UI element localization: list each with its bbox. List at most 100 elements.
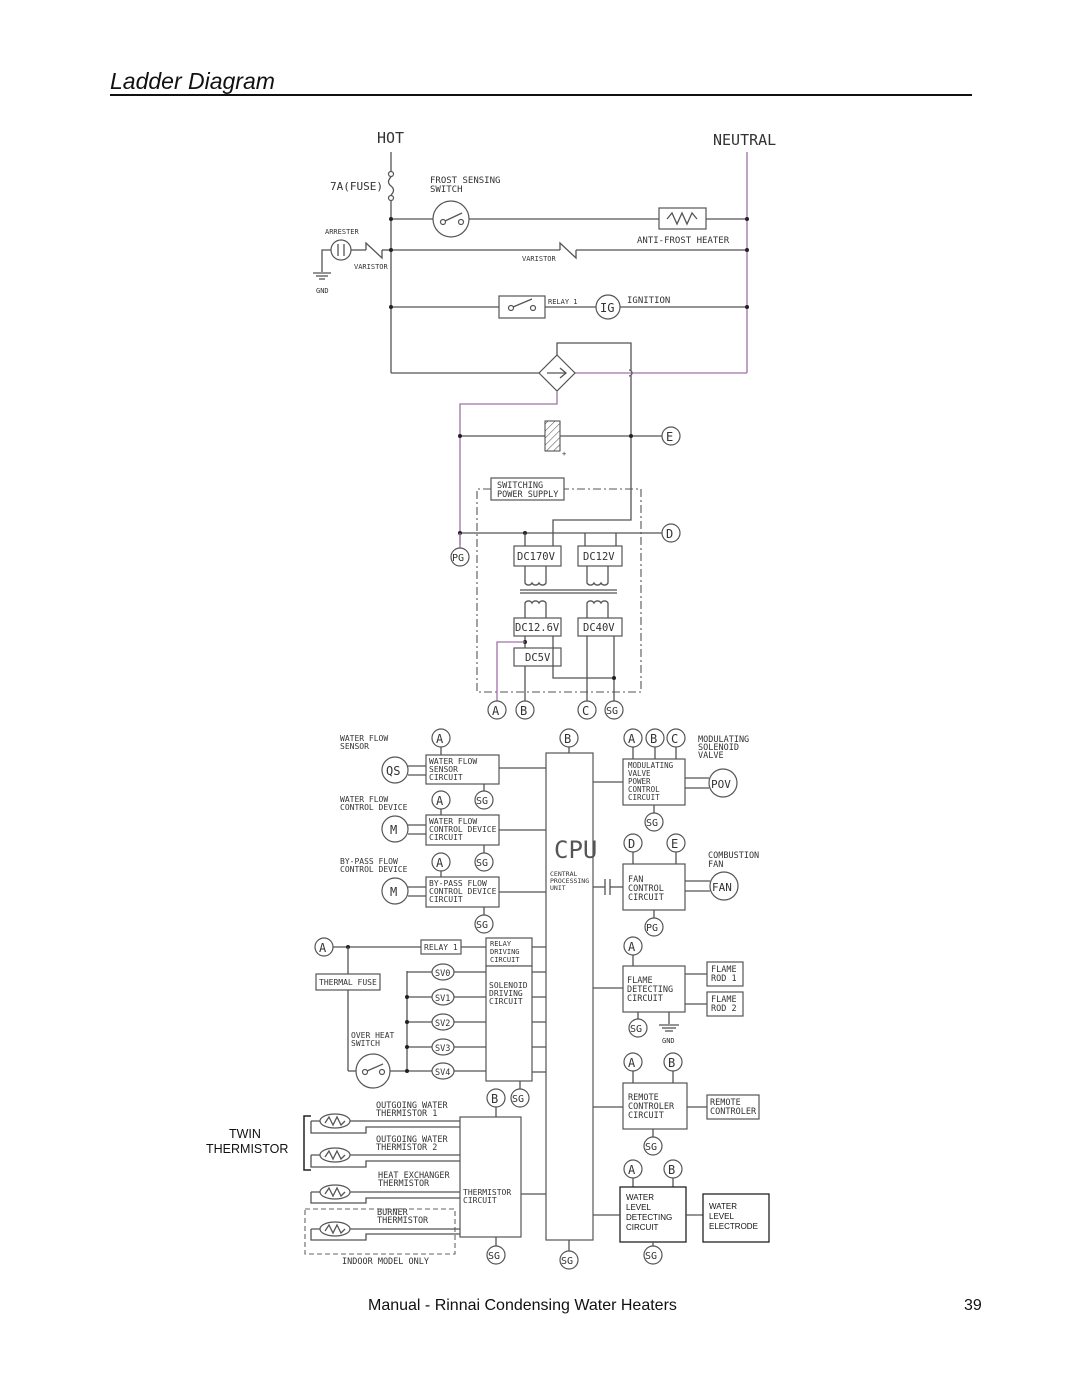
remote-circuit-3: CIRCUIT [628, 1111, 664, 1121]
varistor-left-label: VARISTOR [354, 263, 389, 271]
dc12v-label: DC12V [583, 551, 615, 563]
fan-block: D E COMBUSTION FAN FAN CONTROL CIRCUIT F… [593, 833, 759, 937]
ground-icon [313, 272, 331, 280]
wl-node-a: A [628, 1163, 636, 1177]
mod-node-c: C [671, 732, 678, 746]
bypass-symbol: M [390, 885, 397, 899]
water-flow-sensor-block: WATER FLOW SENSOR A QS WATER FLOW SENSOR… [340, 728, 546, 792]
mod-circuit-5: CIRCUIT [628, 793, 660, 802]
twin-label-1: TWIN [229, 1127, 261, 1141]
wl-device-1: WATER [709, 1202, 737, 1211]
over-heat-label-2: SWITCH [351, 1039, 380, 1048]
flame-bottom-sg: SG [630, 1024, 642, 1035]
relay-node-a: A [319, 941, 327, 955]
thermistor-1-label-2: THERMISTOR 1 [376, 1109, 437, 1119]
wf-sensor-symbol: QS [386, 764, 400, 778]
wl-circuit-4: CIRCUIT [626, 1223, 659, 1232]
mod-device-label-3: VALVE [698, 751, 724, 761]
thermistor-node-sg: SG [512, 1094, 524, 1105]
output-sg: SG [606, 706, 618, 717]
thermistor-4-label-2: THERMISTOR [377, 1216, 429, 1226]
thermistor-3-label-2: THERMISTOR [378, 1179, 430, 1189]
ignition-symbol: IG [600, 301, 614, 315]
flame-gnd-label: GND [662, 1037, 675, 1045]
page-number: 39 [964, 1297, 982, 1314]
hot-label: HOT [377, 129, 404, 147]
remote-node-b: B [668, 1056, 675, 1070]
fan-symbol: FAN [712, 881, 732, 894]
wl-bottom-sg: SG [645, 1251, 657, 1262]
mod-node-b: B [650, 732, 657, 746]
fan-node-d: D [628, 837, 635, 851]
wf-control-circuit-3: CIRCUIT [429, 833, 463, 842]
dc126v-label: DC12.6V [515, 622, 560, 634]
flame-circuit-3: CIRCUIT [627, 994, 663, 1004]
water-flow-control-block: WATER FLOW CONTROL DEVICE A SG M WATER F… [340, 790, 546, 853]
wl-circuit-1: WATER [626, 1193, 654, 1202]
remote-node-a: A [628, 1056, 636, 1070]
fan-bottom-pg: PG [646, 923, 658, 934]
modulating-valve-block: A B C MODULATING SOLENOID VALVE MODULATI… [593, 728, 749, 832]
ignition-label: IGNITION [627, 296, 670, 306]
flame-node-a: A [628, 940, 636, 954]
thermistor-2-label-2: THERMISTOR 2 [376, 1143, 437, 1153]
mod-bottom-sg: SG [646, 818, 658, 829]
frost-sensing-switch-icon [432, 200, 470, 238]
control-section: B CPU CENTRAL PROCESSING UNIT SG WATER F… [206, 728, 770, 1270]
thermal-fuse-label: THERMAL FUSE [319, 978, 377, 987]
relay-1-switch-icon [498, 295, 546, 319]
bypass-flow-control-block: BY-PASS FLOW CONTROL DEVICE A SG M BY-PA… [340, 852, 546, 934]
wf-sensor-node-a: A [436, 732, 444, 746]
cpu-top-node: B [564, 732, 571, 746]
power-section: HOT NEUTRAL 7A(FUSE) FROST SENSING SWITC… [313, 129, 776, 720]
neutral-label: NEUTRAL [713, 131, 776, 149]
sv1-label: SV1 [435, 994, 450, 1004]
relay-driving-2: DRIVING [490, 948, 520, 956]
power-outputs: A B C SG [487, 700, 624, 720]
cpu-box [545, 752, 594, 1241]
twin-label-2: THERMISTOR [206, 1142, 288, 1156]
output-c: C [582, 704, 589, 718]
remote-controller-block: A B REMOTE CONTROLER CIRCUIT REMOTE CONT… [593, 1052, 760, 1156]
output-a: A [492, 704, 500, 718]
fan-node-e: E [671, 837, 678, 851]
bypass-node-a: A [436, 856, 444, 870]
wf-control-node-a: A [436, 794, 444, 808]
solenoid-valves: SV0 SV1 SV2 SV3 SV4 [405, 963, 486, 1080]
varistor-mid-label: VARISTOR [522, 255, 557, 263]
relay-1-label: RELAY 1 [548, 298, 578, 306]
wl-node-b: B [668, 1163, 675, 1177]
bypass-bottom-sg: SG [476, 920, 488, 931]
dc5v-label: DC5V [525, 652, 551, 664]
thermistor-bottom-sg: SG [488, 1251, 500, 1262]
coupling-capacitor-icon [593, 879, 623, 895]
remote-bottom-sg: SG [645, 1142, 657, 1153]
bypass-circuit-3: CIRCUIT [429, 895, 463, 904]
flame-rod-2-label-2: ROD 2 [711, 1004, 737, 1014]
sv3-label: SV3 [435, 1044, 450, 1054]
dc170v-label: DC170V [517, 551, 556, 563]
capacitor-plus: + [562, 450, 566, 458]
cpu-sublabel-3: UNIT [550, 884, 566, 892]
wf-sensor-label-2: SENSOR [340, 742, 369, 751]
wl-device-3: ELECTRODE [709, 1222, 758, 1231]
node-pg-label: PG [452, 553, 464, 564]
solenoid-driving-3: CIRCUIT [489, 997, 523, 1006]
bridge-rectifier-icon [538, 354, 576, 392]
wl-circuit-3: DETECTING [626, 1213, 672, 1222]
fuse-icon [387, 170, 395, 202]
pov-symbol: POV [711, 778, 731, 791]
gnd-label: GND [316, 287, 329, 295]
mod-node-a: A [628, 732, 636, 746]
sv2-label: SV2 [435, 1019, 450, 1029]
footer-text: Manual - Rinnai Condensing Water Heaters [368, 1297, 677, 1314]
fan-circuit-3: CIRCUIT [628, 893, 664, 903]
twin-bracket [303, 1115, 311, 1171]
frost-switch-label-2: SWITCH [430, 185, 463, 195]
wl-circuit-2: LEVEL [626, 1203, 651, 1212]
fan-device-label-2: FAN [708, 860, 723, 870]
cpu-bottom-node: SG [561, 1256, 573, 1267]
sv0-label: SV0 [435, 969, 450, 979]
fuse-label: 7A(FUSE) [330, 180, 383, 193]
arrester-icon [330, 239, 352, 261]
